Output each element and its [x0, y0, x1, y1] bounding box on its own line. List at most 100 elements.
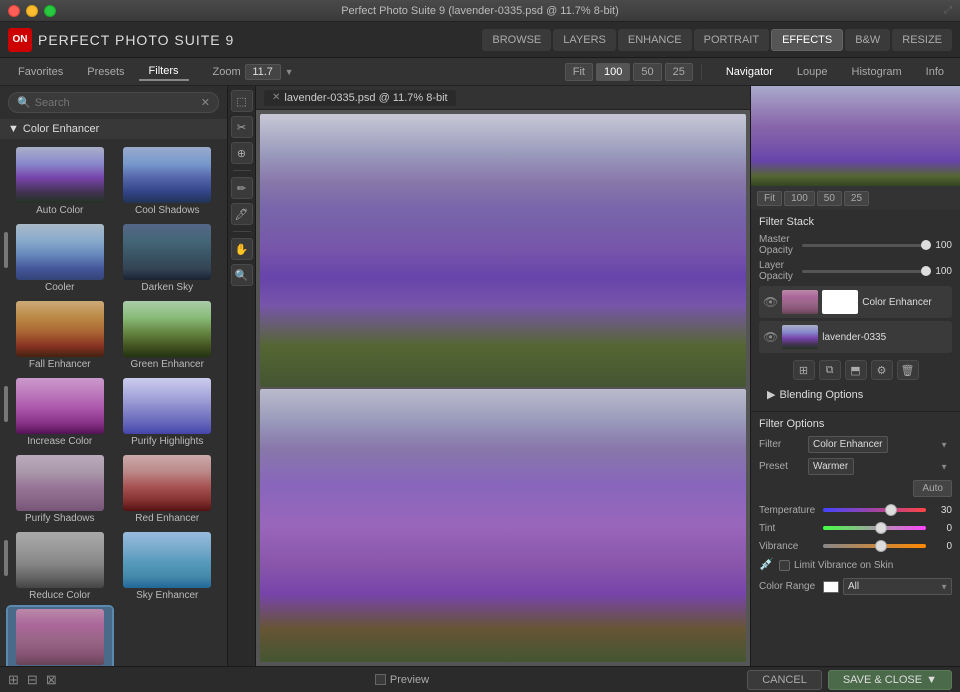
preview-checkbox[interactable] [375, 674, 386, 685]
canvas-tab-item[interactable]: ✕ lavender-0335.psd @ 11.7% 8-bit [264, 90, 456, 106]
nav-100-button[interactable]: 100 [784, 191, 815, 206]
stack-mask-button[interactable]: ⬒ [845, 360, 867, 380]
auto-button[interactable]: Auto [913, 480, 952, 497]
tool-hand[interactable]: ✋ [231, 238, 253, 260]
nav-layers[interactable]: LAYERS [553, 29, 616, 51]
filter-green-enhancer[interactable]: Green Enhancer [116, 299, 220, 372]
canvas-image-bottom[interactable] [260, 389, 746, 662]
filter-select-row: Filter Color Enhancer ▼ [759, 436, 952, 453]
stack-settings-button[interactable]: ⚙ [871, 360, 893, 380]
color-range-select[interactable]: All [843, 578, 952, 595]
save-close-button[interactable]: SAVE & CLOSE ▼ [828, 670, 952, 690]
filter-darken-sky[interactable]: Darken Sky [116, 222, 220, 295]
window-title: Perfect Photo Suite 9 (lavender-0335.psd… [341, 5, 619, 17]
tool-separator-1 [233, 170, 251, 171]
close-button[interactable] [8, 5, 20, 17]
duplicate-icon: ⧉ [826, 364, 834, 377]
nav-fit-button[interactable]: Fit [757, 191, 782, 206]
bottom-grid-small-icon[interactable]: ⊞ [8, 672, 19, 688]
cancel-button[interactable]: CANCEL [747, 670, 822, 690]
layer-opacity-slider[interactable] [802, 270, 931, 273]
minimize-button[interactable] [26, 5, 38, 17]
tool-select[interactable]: ⬚ [231, 90, 253, 112]
vibrance-thumb[interactable] [875, 540, 887, 552]
nav-browse[interactable]: BROWSE [482, 29, 551, 51]
canvas-image-top[interactable] [260, 114, 746, 387]
filter-thumb-sky-enhancer [123, 532, 211, 588]
stack-duplicate-button[interactable]: ⧉ [819, 360, 841, 380]
bottom-grid-large-icon[interactable]: ⊟ [27, 672, 38, 688]
logo-text: ON [13, 34, 28, 45]
tool-stamp[interactable]: 🖊 [231, 203, 253, 225]
tab-filters[interactable]: Filters [139, 63, 189, 81]
canvas-tab-close[interactable]: ✕ [272, 92, 280, 103]
maximize-button[interactable] [44, 5, 56, 17]
nav-portrait[interactable]: PORTRAIT [694, 29, 769, 51]
search-clear-icon[interactable]: ✕ [201, 96, 210, 109]
blending-options-header[interactable]: ▶ Blending Options [767, 388, 944, 401]
preset-select[interactable]: Warmer [808, 458, 854, 475]
tool-zoom[interactable]: 🔍 [231, 264, 253, 286]
filter-thumb-cooler [16, 224, 104, 280]
stack-add-button[interactable]: ⊞ [793, 360, 815, 380]
filter-warmer[interactable]: Warmer [8, 607, 112, 666]
stack-delete-button[interactable]: 🗑 [897, 360, 919, 380]
filter-purify-shadows[interactable]: Purify Shadows [8, 453, 112, 526]
tool-brush[interactable]: ✏ [231, 177, 253, 199]
filter-select[interactable]: Color Enhancer [808, 436, 888, 453]
nav-25-button[interactable]: 25 [844, 191, 869, 206]
filter-auto-color[interactable]: Auto Color [8, 145, 112, 218]
filter-fall-enhancer[interactable]: Fall Enhancer [8, 299, 112, 372]
master-opacity-slider[interactable] [802, 244, 931, 247]
filter-sep-reduce [4, 540, 8, 576]
filter-cool-shadows[interactable]: Cool Shadows [116, 145, 220, 218]
filter-stack-title: Filter Stack [759, 216, 952, 228]
layer-opacity-row: Layer Opacity 100 [759, 260, 952, 282]
zoom-50-button[interactable]: 50 [633, 63, 661, 81]
filter-reduce-color[interactable]: Reduce Color [8, 530, 112, 603]
filter-thumb-purify-shadows [16, 455, 104, 511]
nav-enhance[interactable]: ENHANCE [618, 29, 692, 51]
filter-sky-enhancer[interactable]: Sky Enhancer [116, 530, 220, 603]
filter-cooler[interactable]: Cooler [8, 222, 112, 295]
tab-loupe[interactable]: Loupe [789, 64, 836, 80]
zoom-25-button[interactable]: 25 [665, 63, 693, 81]
bottom-action-buttons: CANCEL SAVE & CLOSE ▼ [747, 670, 952, 690]
filter-increase-color[interactable]: Increase Color [8, 376, 112, 449]
temperature-thumb[interactable] [885, 504, 897, 516]
filter-thumb-red-enhancer [123, 455, 211, 511]
color-enhancer-header[interactable]: ▼ Color Enhancer [0, 119, 227, 139]
filter-red-enhancer[interactable]: Red Enhancer [116, 453, 220, 526]
zoom-100-button[interactable]: 100 [596, 63, 630, 81]
tint-thumb[interactable] [875, 522, 887, 534]
tab-histogram[interactable]: Histogram [844, 64, 910, 80]
bottom-icons: ⊞ ⊟ ⊠ [8, 672, 57, 688]
tab-info[interactable]: Info [918, 64, 952, 80]
tab-presets[interactable]: Presets [77, 63, 134, 81]
eyedropper-icon[interactable]: 💉 [759, 557, 775, 573]
zoom-arrow[interactable]: ▼ [285, 67, 294, 77]
app-name: PERFECT PHOTO SUITE 9 [38, 32, 234, 48]
zoom-input[interactable] [245, 64, 281, 80]
nav-50-button[interactable]: 50 [817, 191, 842, 206]
stack-eye-color-enhancer[interactable]: 👁 [763, 295, 778, 309]
limit-vibrance-checkbox[interactable] [779, 560, 790, 571]
tool-crop[interactable]: ✂ [231, 116, 253, 138]
save-close-label: SAVE & CLOSE [843, 674, 922, 686]
nav-bw[interactable]: B&W [845, 29, 890, 51]
tab-favorites[interactable]: Favorites [8, 63, 73, 81]
search-input[interactable] [35, 97, 197, 109]
navigator-toolbar: Fit 100 50 25 [751, 186, 960, 210]
fit-button[interactable]: Fit [565, 63, 593, 81]
tool-transform[interactable]: ⊕ [231, 142, 253, 164]
stack-eye-base[interactable]: 👁 [763, 330, 778, 344]
nav-effects[interactable]: EFFECTS [771, 29, 843, 51]
right-panel: Fit 100 50 25 Filter Stack Master Opacit… [750, 86, 960, 666]
filter-purify-highlights[interactable]: Purify Highlights [116, 376, 220, 449]
tab-navigator[interactable]: Navigator [718, 64, 781, 80]
nav-resize[interactable]: RESIZE [892, 29, 952, 51]
bottom-layout-icon[interactable]: ⊠ [46, 672, 57, 688]
tools-panel: ⬚ ✂ ⊕ ✏ 🖊 ✋ 🔍 [228, 86, 256, 666]
color-range-swatch[interactable] [823, 581, 839, 593]
save-dropdown-icon[interactable]: ▼ [926, 674, 937, 686]
